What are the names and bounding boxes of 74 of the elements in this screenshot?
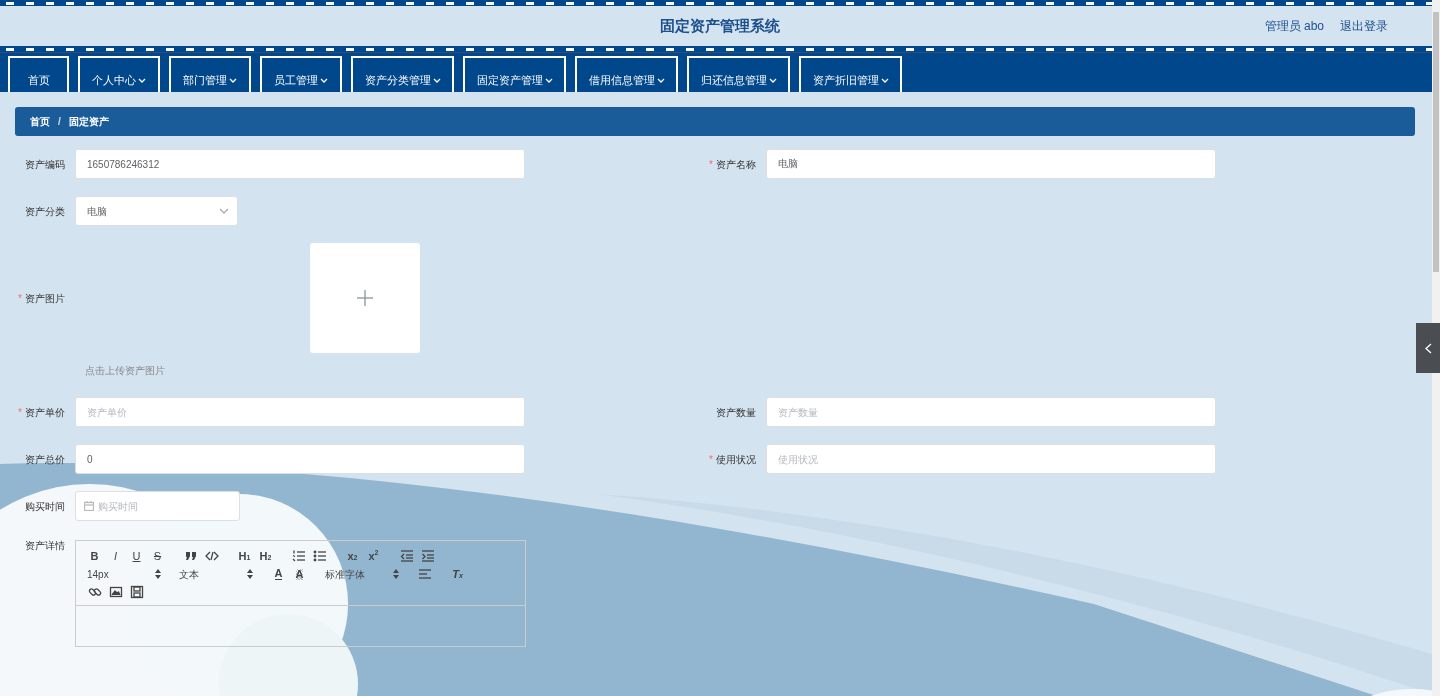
text-field[interactable]: 电脑 (766, 149, 1216, 179)
nav-tab[interactable]: 员工管理 (260, 56, 342, 92)
bold-button[interactable]: B (84, 547, 105, 565)
background-color-button[interactable]: A (289, 565, 310, 583)
chevron-down-icon (656, 76, 665, 84)
nav-tab[interactable]: 归还信息管理 (687, 56, 790, 92)
nav-tab[interactable]: 个人中心 (78, 56, 160, 92)
chevron-down-icon (880, 76, 889, 84)
chevron-down-icon (544, 76, 553, 84)
nav-tab[interactable]: 部门管理 (169, 56, 251, 92)
calendar-icon (84, 501, 94, 511)
outdent-icon (399, 549, 414, 563)
logout-link[interactable]: 退出登录 (1340, 17, 1388, 35)
field-label: 资产数量 (715, 405, 757, 420)
required-mark: * (709, 453, 713, 465)
field-label: * 使用状况 (708, 452, 757, 467)
chevron-down-icon (432, 76, 441, 84)
upload-hint: 点击上传资产图片 (85, 364, 166, 378)
chevron-down-icon (768, 76, 777, 84)
text-field[interactable]: 使用状况 (766, 444, 1216, 474)
text-field[interactable]: 资产数量 (766, 397, 1216, 427)
nav-tab[interactable]: 资产分类管理 (351, 56, 454, 92)
plus-icon (355, 288, 375, 308)
nav-tab[interactable]: 首页 (8, 56, 69, 92)
chevron-down-icon (320, 76, 328, 84)
font-color-button[interactable]: A (268, 565, 289, 583)
chevron-down-icon (219, 207, 229, 215)
chevron-down-icon (229, 76, 237, 84)
breadcrumb-separator: / (58, 115, 61, 129)
ordered-icon (291, 549, 306, 563)
chevron-left-icon (1424, 342, 1432, 354)
dropdown-picker[interactable]: 标准字体 (322, 565, 402, 583)
chevron-down-icon (138, 76, 146, 84)
scrollbar[interactable] (1432, 0, 1440, 696)
side-toggle-button[interactable] (1416, 323, 1440, 373)
breadcrumb-item[interactable]: 首页 (30, 114, 50, 129)
nav-tab[interactable]: 固定资产管理 (463, 56, 566, 92)
text-field[interactable]: 1650786246312 (75, 149, 525, 179)
required-mark: * (709, 158, 713, 170)
required-mark: * (18, 406, 22, 418)
nav-tab[interactable]: 资产折旧管理 (799, 56, 902, 92)
image-icon (108, 585, 123, 599)
text-field[interactable]: 资产单价 (75, 397, 525, 427)
field-label: 资产分类 (24, 204, 66, 219)
up-down-icon (155, 569, 161, 579)
script-button[interactable]: x$^{2}$ (363, 547, 384, 565)
field-label: 资产详情 (24, 539, 66, 553)
up-down-icon (393, 569, 399, 579)
video-icon (129, 585, 144, 599)
nav-tab[interactable]: 借用信息管理 (575, 56, 678, 92)
bullet-icon (312, 549, 327, 563)
quote-icon (183, 549, 198, 563)
breadcrumb-item: 固定资产 (68, 115, 109, 129)
field-label: 购买时间 (24, 499, 66, 514)
dropdown-picker[interactable]: 14px (84, 565, 164, 583)
select-field[interactable]: 电脑 (75, 196, 238, 226)
field-label: * 资产图片 (17, 291, 66, 306)
link-icon (87, 585, 102, 599)
field-label: * 资产单价 (17, 405, 66, 420)
field-label: 资产编码 (24, 157, 66, 172)
code-icon (204, 549, 219, 563)
field-label: 资产总价 (24, 452, 66, 467)
indent-icon (420, 549, 435, 563)
up-down-icon (247, 569, 253, 579)
italic-button[interactable]: I (105, 547, 126, 565)
dropdown-picker[interactable]: 文本 (176, 565, 256, 583)
app-title: 固定资产管理系统 (660, 15, 780, 36)
field-label: * 资产名称 (708, 157, 757, 172)
underline-button[interactable]: U (126, 547, 147, 565)
strike-button[interactable]: S (147, 547, 168, 565)
required-mark: * (18, 292, 22, 304)
user-link[interactable]: 管理员 abo (1264, 17, 1324, 35)
align-icon (417, 567, 432, 581)
text-field[interactable]: 0 (75, 444, 525, 474)
